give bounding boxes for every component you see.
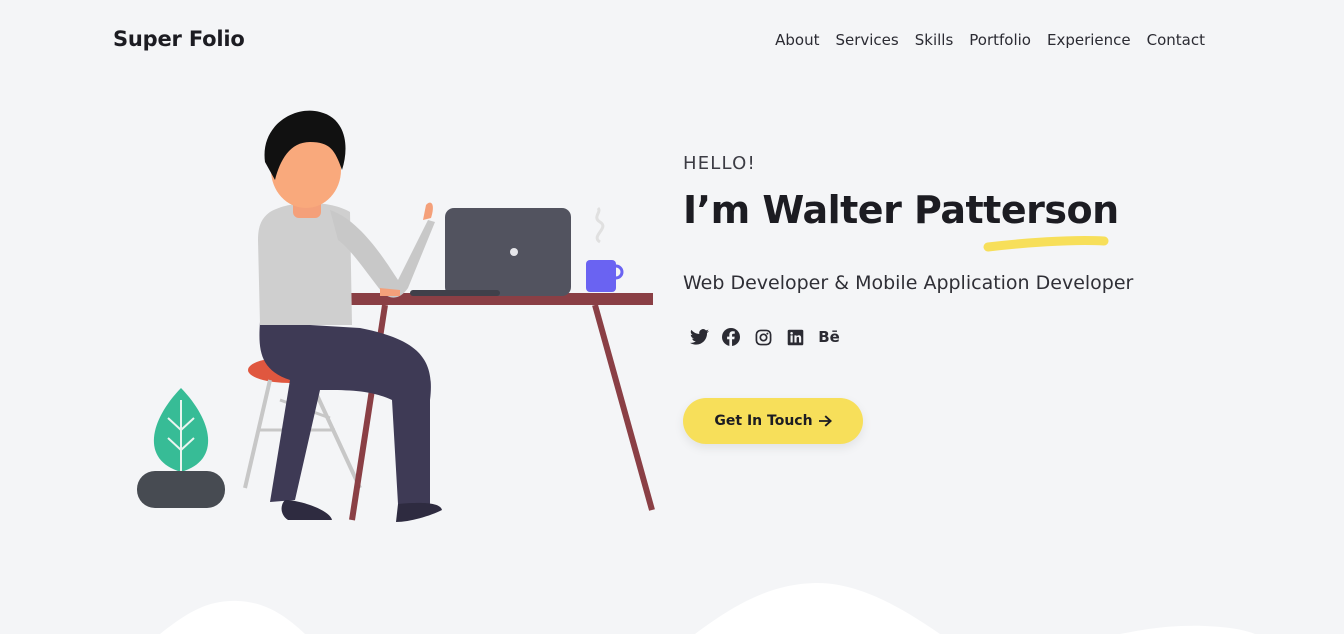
nav-about[interactable]: About xyxy=(775,31,819,49)
linkedin-icon[interactable] xyxy=(785,327,805,347)
hero-role: Web Developer & Mobile Application Devel… xyxy=(683,272,1134,294)
background-waves xyxy=(160,582,1255,634)
person-illustration xyxy=(258,110,442,522)
nav-services[interactable]: Services xyxy=(835,31,898,49)
get-in-touch-button[interactable]: Get In Touch xyxy=(683,398,863,444)
nav-experience[interactable]: Experience xyxy=(1047,31,1131,49)
developer-at-desk-illustration xyxy=(137,110,655,522)
plant-illustration xyxy=(137,388,225,508)
instagram-icon[interactable] xyxy=(753,327,773,347)
social-links: Bē xyxy=(689,327,841,347)
hero-greeting: HELLO! xyxy=(683,153,756,174)
nav-portfolio[interactable]: Portfolio xyxy=(969,31,1031,49)
desk-illustration xyxy=(331,293,655,521)
nav-skills[interactable]: Skills xyxy=(915,31,954,49)
laptop-illustration xyxy=(410,208,571,296)
arrow-right-icon xyxy=(818,415,832,427)
mug-illustration xyxy=(586,206,624,292)
brand-logo[interactable]: Super Folio xyxy=(113,27,245,51)
nav-contact[interactable]: Contact xyxy=(1147,31,1205,49)
hero-name: I’m Walter Patterson xyxy=(683,188,1119,232)
twitter-icon[interactable] xyxy=(689,327,709,347)
get-in-touch-label: Get In Touch xyxy=(714,413,813,429)
main-nav: About Services Skills Portfolio Experien… xyxy=(775,31,1205,49)
facebook-icon[interactable] xyxy=(721,327,741,347)
name-underline-highlight xyxy=(983,235,1109,252)
behance-icon[interactable]: Bē xyxy=(817,327,841,347)
